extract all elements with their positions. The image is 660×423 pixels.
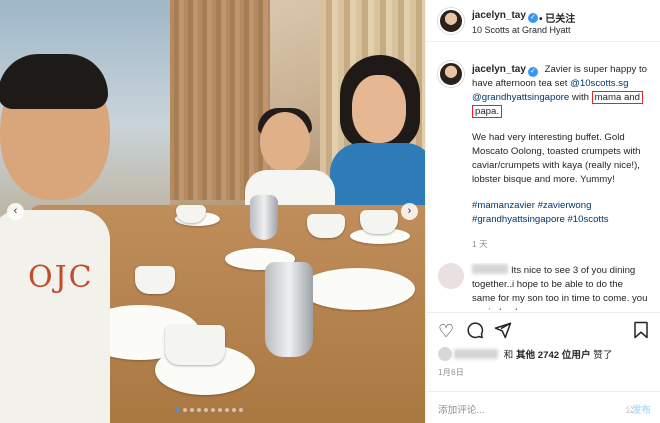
commenter-avatar[interactable] [438, 263, 464, 289]
avatar[interactable] [438, 8, 464, 34]
mention-link[interactable]: @10scotts.sg [570, 78, 628, 89]
post-side-panel: jacelyn_tay ✓ • 已关注 10 Scotts at Grand Hy… [425, 0, 660, 423]
post-comment-button[interactable]: 发布 [632, 402, 651, 416]
plate [300, 268, 415, 310]
chevron-right-icon: › [407, 205, 412, 217]
chevron-left-icon: ‹ [13, 205, 18, 217]
carousel-dot [183, 408, 187, 412]
username-text[interactable]: jacelyn_tay [472, 64, 526, 75]
following-label[interactable]: 已关注 [545, 14, 575, 25]
teapot [250, 195, 278, 240]
header-username[interactable]: jacelyn_tay ✓ [472, 10, 538, 23]
caption: jacelyn_tay ✓ Zavier is super happy to ha… [472, 63, 654, 251]
man-figure: OJC [0, 54, 120, 423]
blurred-username[interactable] [472, 264, 508, 274]
verified-badge-icon: ✓ [527, 13, 538, 23]
carousel-dot [197, 408, 201, 412]
carousel-dot [239, 408, 243, 412]
comment-text: Its nice to see 3 of you dining together… [472, 264, 648, 310]
carousel-dot [218, 408, 222, 412]
likes-prefix: 和 [503, 350, 514, 361]
verified-badge-icon: ✓ [527, 67, 538, 77]
teacup [360, 210, 398, 234]
post-photo[interactable]: OJC ‹ › [0, 0, 425, 423]
follow-status[interactable]: • 已关注 [539, 10, 575, 25]
comment-input[interactable]: 添加评论... [438, 402, 484, 416]
caption-timestamp: 1 天 [472, 239, 488, 249]
watermark: 公 [624, 405, 634, 415]
share-icon[interactable] [494, 321, 512, 343]
bowl [165, 325, 225, 365]
likes-suffix: 赞了 [593, 350, 613, 361]
teacup [307, 214, 345, 238]
carousel-dots [176, 408, 243, 412]
hashtags[interactable]: #mamanzavier #zavierwong #grandhyattsing… [472, 199, 654, 227]
carousel-dot [204, 408, 208, 412]
carousel-dot [211, 408, 215, 412]
bookmark-icon[interactable] [633, 321, 649, 343]
post-date: 1月6日 [438, 368, 465, 377]
highlighted-text: mama and [591, 91, 643, 104]
blurred-liker [454, 349, 498, 359]
comment-icon[interactable] [466, 321, 484, 343]
carousel-dot [176, 408, 180, 412]
teapot [265, 262, 313, 357]
caption-paragraph: We had very interesting buffet. Gold Mos… [472, 132, 641, 185]
comment-item: Its nice to see 3 of you dining together… [438, 263, 653, 310]
likes-summary[interactable]: 和 其他 2742 位用户 赞了 [438, 347, 612, 363]
next-photo-button[interactable]: › [401, 203, 418, 220]
likes-count[interactable]: 其他 2742 位用户 [516, 350, 591, 361]
shirt-print: OJC [28, 260, 94, 295]
action-bar: ♡ [426, 312, 660, 348]
caption-username[interactable]: jacelyn_tay ✓ [472, 64, 538, 77]
dot-separator: • [539, 14, 543, 25]
username-text[interactable]: jacelyn_tay [472, 10, 526, 21]
heart-icon[interactable]: ♡ [438, 321, 454, 341]
highlighted-text: papa. [472, 105, 503, 118]
liker-avatar [438, 347, 452, 361]
mention-link[interactable]: @grandhyattsingapore [472, 92, 569, 103]
location-link[interactable]: 10 Scotts at Grand Hyatt [472, 25, 571, 35]
previous-photo-button[interactable]: ‹ [7, 203, 24, 220]
caption-text: with [569, 92, 592, 103]
teacup [135, 266, 175, 294]
carousel-dot [232, 408, 236, 412]
caption-avatar[interactable] [438, 61, 464, 87]
carousel-dot [190, 408, 194, 412]
post-header: jacelyn_tay ✓ • 已关注 10 Scotts at Grand Hy… [426, 0, 660, 42]
carousel-dot [225, 408, 229, 412]
